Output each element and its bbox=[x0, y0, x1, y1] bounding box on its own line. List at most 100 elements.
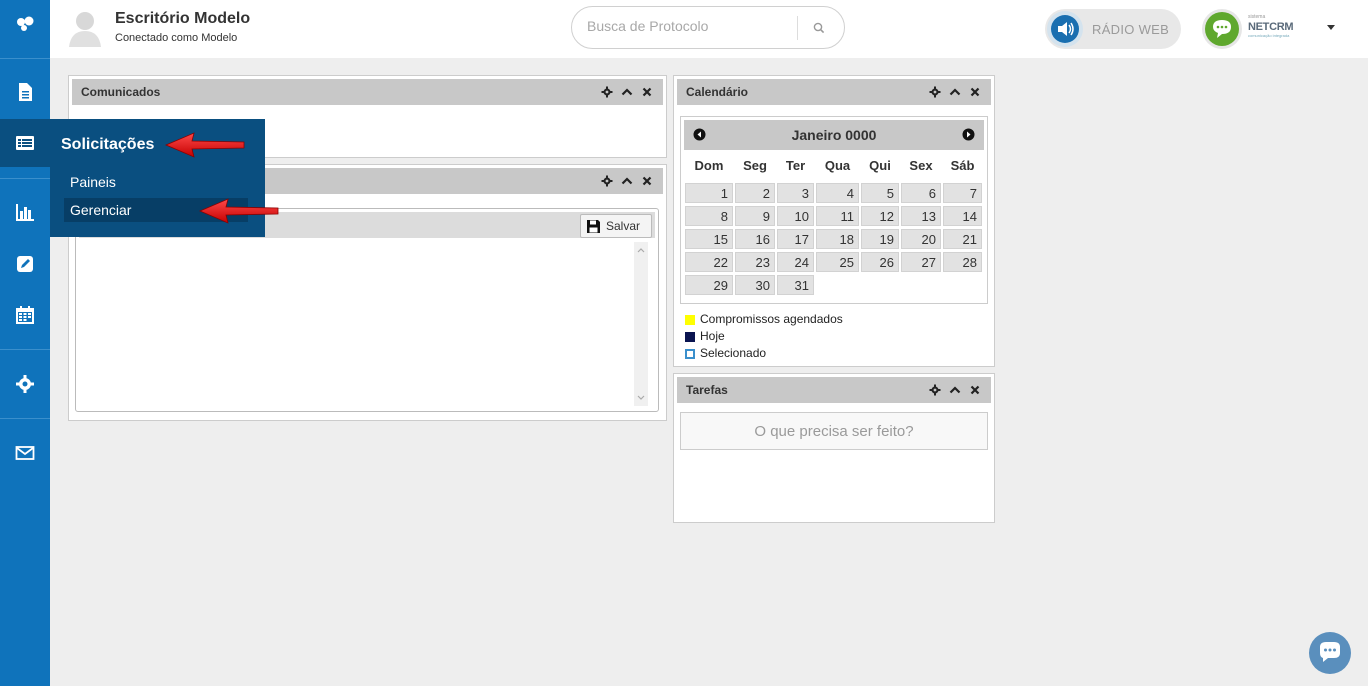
calendar-day[interactable]: 21 bbox=[943, 229, 982, 249]
legend-label: Compromissos agendados bbox=[700, 312, 843, 326]
flyout-item-paineis[interactable]: Paineis bbox=[70, 174, 116, 190]
gear-icon bbox=[16, 375, 34, 393]
weekday-label: Qua bbox=[824, 158, 851, 173]
sidebar-mail-button[interactable] bbox=[0, 429, 50, 477]
calendar-day[interactable]: 15 bbox=[685, 229, 733, 249]
sidebar bbox=[0, 0, 50, 686]
calendar-day[interactable]: 28 bbox=[943, 252, 982, 272]
chevron-up-icon[interactable] bbox=[949, 86, 961, 98]
notes-textarea[interactable] bbox=[79, 242, 655, 408]
calendar-day[interactable]: 16 bbox=[735, 229, 775, 249]
calendar-day[interactable]: 10 bbox=[777, 206, 814, 226]
brand-name: NETCRM bbox=[1248, 21, 1294, 33]
avatar[interactable] bbox=[67, 7, 103, 47]
chevron-up-icon[interactable] bbox=[621, 86, 633, 98]
radio-web-label: RÁDIO WEB bbox=[1092, 22, 1170, 37]
calendar-day[interactable]: 6 bbox=[901, 183, 941, 203]
sidebar-edit-button[interactable] bbox=[0, 240, 50, 288]
brand-tagline: comunicação integrada bbox=[1248, 33, 1290, 38]
calendar-day[interactable]: 11 bbox=[816, 206, 859, 226]
chat-bubble-icon bbox=[1320, 642, 1340, 662]
close-icon[interactable] bbox=[641, 175, 653, 187]
sidebar-requests-button[interactable] bbox=[0, 119, 50, 167]
calendar-title: Calendário bbox=[686, 85, 749, 99]
chat-button[interactable] bbox=[1309, 632, 1351, 674]
bar-chart-icon bbox=[16, 204, 34, 221]
legend-swatch bbox=[685, 315, 695, 325]
close-icon[interactable] bbox=[969, 86, 981, 98]
calendar-panel: Calendário Janeiro 0000 Dom Seg Ter Qua Qui S… bbox=[673, 75, 995, 367]
task-input[interactable] bbox=[681, 413, 987, 449]
connected-as-text: Conectado como Modelo bbox=[115, 32, 238, 44]
calendar-day[interactable]: 13 bbox=[901, 206, 941, 226]
netcrm-logo-icon bbox=[1202, 9, 1242, 49]
calendar-day[interactable]: 31 bbox=[777, 275, 814, 295]
calendar-day[interactable]: 4 bbox=[816, 183, 859, 203]
radio-web-button[interactable]: RÁDIO WEB bbox=[1045, 9, 1181, 49]
gear-icon[interactable] bbox=[601, 86, 613, 98]
calendar-day[interactable]: 25 bbox=[816, 252, 859, 272]
brand-small-text: sistema bbox=[1248, 14, 1266, 20]
save-button[interactable]: Salvar bbox=[580, 214, 652, 238]
calendar-day[interactable]: 29 bbox=[685, 275, 733, 295]
calendar-day[interactable]: 26 bbox=[861, 252, 899, 272]
calendar-day[interactable]: 14 bbox=[943, 206, 982, 226]
search-icon[interactable] bbox=[812, 21, 826, 35]
calendar-day[interactable]: 7 bbox=[943, 183, 982, 203]
office-name: Escritório Modelo bbox=[115, 10, 251, 27]
gear-icon[interactable] bbox=[601, 175, 613, 187]
scroll-up-icon[interactable] bbox=[637, 246, 645, 254]
speaker-icon bbox=[1047, 11, 1083, 47]
comunicados-titlebar: Comunicados bbox=[72, 79, 663, 105]
scroll-down-icon[interactable] bbox=[637, 394, 645, 402]
annotation-arrow-icon bbox=[198, 198, 279, 224]
calendar-day[interactable]: 24 bbox=[777, 252, 814, 272]
flyout-title[interactable]: Solicitações bbox=[61, 136, 154, 154]
user-menu-chevron-down-icon[interactable] bbox=[1327, 25, 1335, 30]
sidebar-settings-button[interactable] bbox=[0, 360, 50, 408]
calendar-day[interactable]: 1 bbox=[685, 183, 733, 203]
sidebar-home-button[interactable] bbox=[0, 0, 50, 48]
calendar-day[interactable]: 3 bbox=[777, 183, 814, 203]
calendar-day[interactable]: 23 bbox=[735, 252, 775, 272]
calendar-day[interactable]: 27 bbox=[901, 252, 941, 272]
floppy-disk-icon bbox=[587, 219, 600, 233]
calendar-day[interactable]: 2 bbox=[735, 183, 775, 203]
next-month-icon[interactable] bbox=[962, 128, 975, 141]
close-icon[interactable] bbox=[641, 86, 653, 98]
calendar-day[interactable]: 5 bbox=[861, 183, 899, 203]
editor-scrollbar[interactable] bbox=[634, 242, 648, 406]
search-divider bbox=[797, 16, 798, 40]
save-button-label: Salvar bbox=[606, 219, 641, 233]
sidebar-calendar-button[interactable] bbox=[0, 291, 50, 339]
calendar-day[interactable]: 30 bbox=[735, 275, 775, 295]
search-input[interactable] bbox=[587, 18, 787, 34]
top-header: Escritório Modelo Conectado como Modelo … bbox=[50, 0, 1368, 58]
gear-icon[interactable] bbox=[929, 86, 941, 98]
chevron-up-icon[interactable] bbox=[621, 175, 633, 187]
calendar-day[interactable]: 22 bbox=[685, 252, 733, 272]
document-icon bbox=[19, 83, 32, 101]
tarefas-titlebar: Tarefas bbox=[677, 377, 991, 403]
calendar-day[interactable]: 8 bbox=[685, 206, 733, 226]
calendar-day[interactable]: 12 bbox=[861, 206, 899, 226]
weekday-label: Sex bbox=[909, 158, 933, 173]
butterfly-logo-icon bbox=[17, 16, 34, 31]
gear-icon[interactable] bbox=[929, 384, 941, 396]
calendar-day[interactable]: 9 bbox=[735, 206, 775, 226]
close-icon[interactable] bbox=[969, 384, 981, 396]
sidebar-reports-button[interactable] bbox=[0, 188, 50, 236]
weekday-label: Ter bbox=[785, 158, 806, 173]
calendar-day[interactable]: 20 bbox=[901, 229, 941, 249]
chevron-up-icon[interactable] bbox=[949, 384, 961, 396]
sidebar-documents-button[interactable] bbox=[0, 68, 50, 116]
calendar-day[interactable]: 17 bbox=[777, 229, 814, 249]
weekday-label: Seg bbox=[743, 158, 767, 173]
calendar-day[interactable]: 19 bbox=[861, 229, 899, 249]
weekday-label: Sáb bbox=[950, 158, 975, 173]
calendar-month-label: Janeiro 0000 bbox=[791, 127, 877, 143]
tarefas-panel: Tarefas bbox=[673, 373, 995, 523]
task-input-wrapper bbox=[680, 412, 988, 450]
calendar-day[interactable]: 18 bbox=[816, 229, 859, 249]
calendar-titlebar: Calendário bbox=[677, 79, 991, 105]
